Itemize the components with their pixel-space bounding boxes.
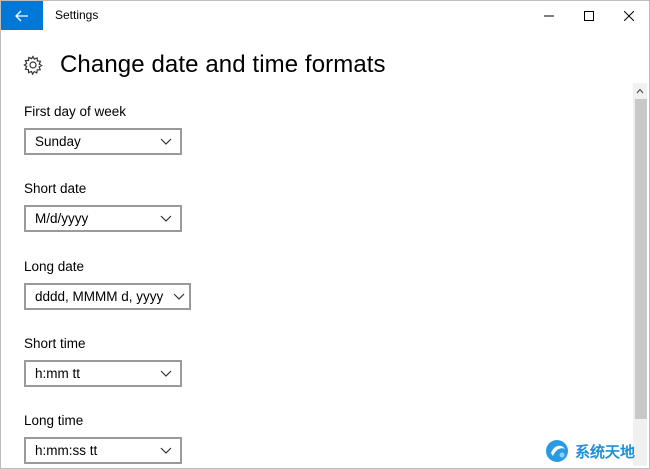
close-button[interactable] [607,1,649,30]
short-date-label: Short date [24,181,87,196]
first-day-of-week-value: Sunday [35,134,81,149]
close-icon [624,10,634,21]
scroll-up-button[interactable] [633,84,647,98]
arrow-left-icon [15,10,28,21]
chevron-down-icon [160,215,172,222]
maximize-icon [584,10,594,21]
short-time-label: Short time [24,336,86,351]
minimize-button[interactable] [527,1,571,30]
short-time-dropdown[interactable]: h:mm tt [24,360,182,387]
long-date-value: dddd, MMMM d, yyyy [35,289,164,304]
chevron-up-icon [636,88,644,94]
watermark-text: 系统天地 [575,442,636,461]
first-day-of-week-dropdown[interactable]: Sunday [24,128,182,155]
settings-window: Settings Change date and time formats Fi… [0,0,650,469]
page-header: Change date and time formats [23,51,386,79]
first-day-of-week-label: First day of week [24,104,127,119]
chevron-down-icon [160,138,172,145]
gear-icon [23,55,43,75]
short-date-dropdown[interactable]: M/d/yyyy [24,205,182,232]
app-title: Settings [55,8,99,22]
watermark: 系统天地 [543,436,649,466]
long-time-dropdown[interactable]: h:mm:ss tt [24,437,182,464]
page-title: Change date and time formats [60,51,386,78]
short-date-value: M/d/yyyy [35,211,89,226]
long-date-label: Long date [24,259,85,274]
long-date-dropdown[interactable]: dddd, MMMM d, yyyy [24,283,191,310]
title-bar: Settings [1,1,649,30]
watermark-logo-icon [546,440,568,462]
long-time-label: Long time [24,413,84,428]
short-time-value: h:mm tt [35,366,81,381]
chevron-down-icon [160,447,172,454]
chevron-down-icon [160,370,172,377]
chevron-down-icon [173,293,185,300]
minimize-icon [544,15,554,16]
long-time-value: h:mm:ss tt [35,443,98,458]
back-button[interactable] [1,1,43,30]
maximize-button[interactable] [567,1,611,30]
scrollbar-thumb[interactable] [635,99,647,419]
